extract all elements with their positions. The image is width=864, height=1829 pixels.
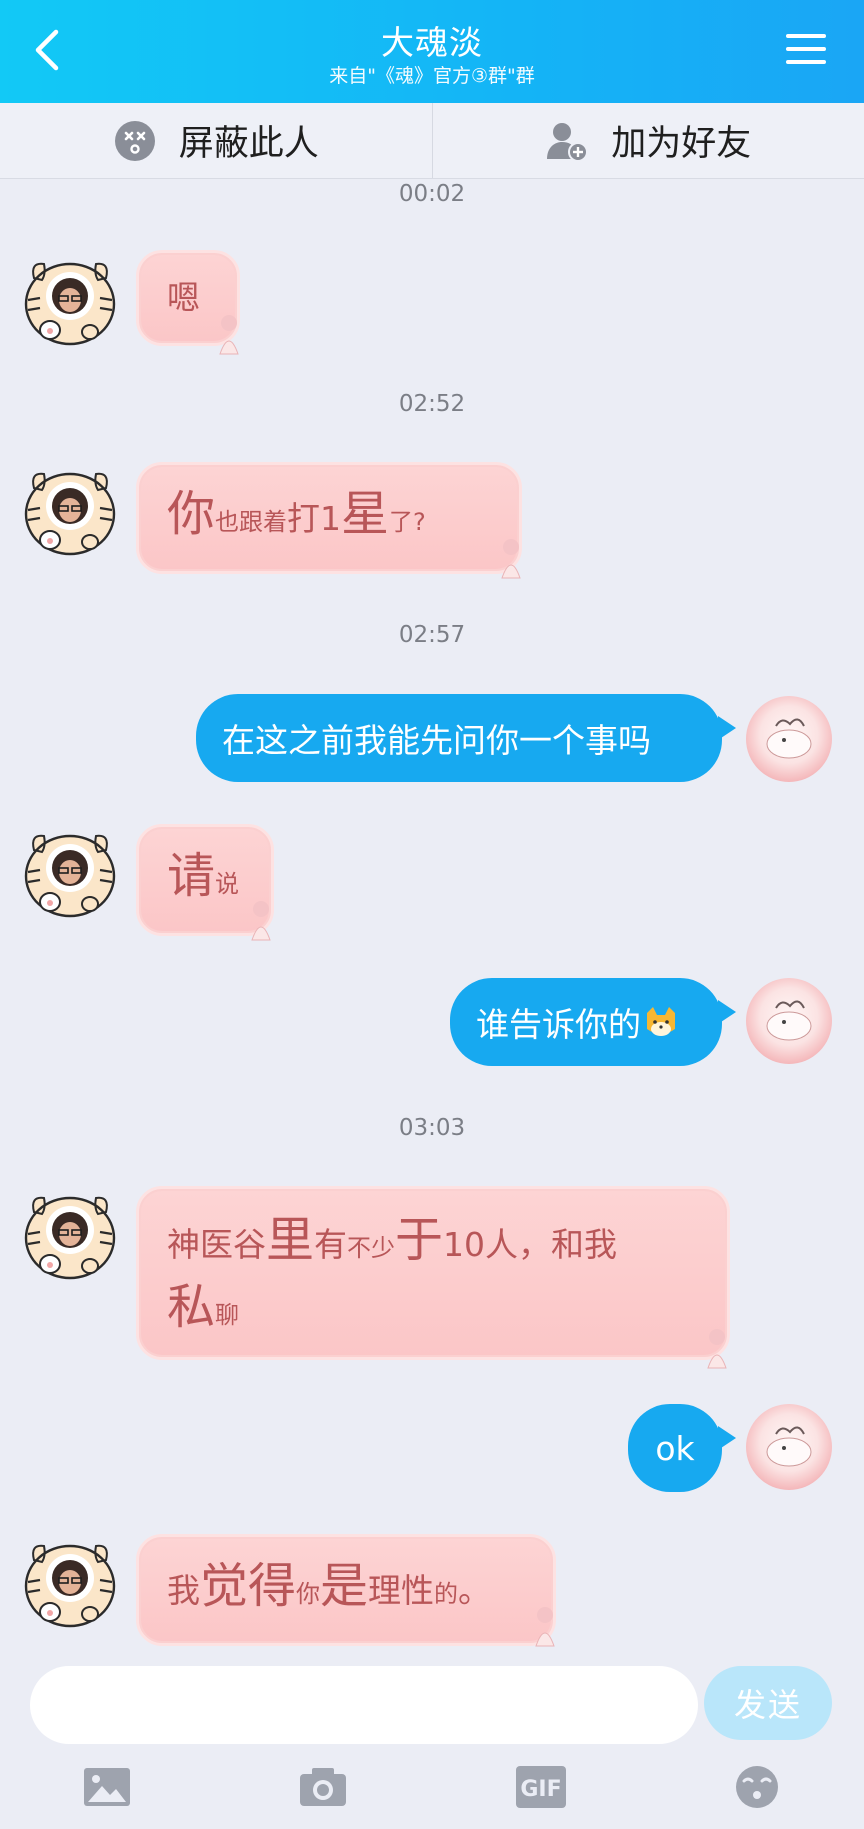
dragon-avatar-art <box>766 1000 812 1041</box>
timestamp: 00:02 <box>398 181 466 207</box>
message-text: 星 <box>341 486 390 542</box>
add-friend-icon <box>547 122 589 162</box>
message-bubble[interactable]: 神医谷里有不少于10人，和我 私聊 <box>136 1186 730 1360</box>
message-text: 请 <box>167 848 216 904</box>
message-text: 10人，和我 <box>443 1225 618 1264</box>
message-bubble[interactable]: ok <box>628 1404 722 1492</box>
bubble-tail <box>718 1426 736 1450</box>
tiger-avatar[interactable] <box>20 1530 120 1630</box>
add-friend-button[interactable]: 加为好友 <box>431 103 864 178</box>
tiger-avatar[interactable] <box>20 820 120 920</box>
dragon-avatar[interactable] <box>746 696 832 782</box>
tiger-avatar[interactable] <box>20 1182 120 1282</box>
bubble-tail <box>718 1000 736 1024</box>
message-text: 里 <box>266 1212 315 1268</box>
dragon-avatar-art <box>766 718 812 759</box>
message-text: 理性 <box>368 1571 435 1610</box>
bubble-decoration-icon <box>251 901 271 941</box>
bubble-decoration-icon <box>219 315 239 355</box>
gif-label: GIF <box>520 1777 561 1802</box>
block-user-label: 屏蔽此人 <box>178 124 319 164</box>
message-text: 也跟着 <box>215 508 288 536</box>
message-text: 聊 <box>215 1301 240 1330</box>
message-text: 有 <box>314 1225 348 1264</box>
message-text: 神医谷 <box>167 1225 266 1264</box>
shiba-face-emoji-icon <box>647 1007 675 1036</box>
add-friend-label: 加为好友 <box>611 124 752 164</box>
chat-header: 大魂淡 来自"《魂》官方③群"群 <box>0 0 864 103</box>
emoji-icon[interactable] <box>732 1764 782 1810</box>
message-text: ok <box>655 1428 695 1468</box>
block-face-icon <box>114 120 155 161</box>
menu-icon[interactable] <box>786 32 826 66</box>
bubble-decoration-icon <box>535 1607 555 1647</box>
message-text: 你 <box>296 1580 321 1608</box>
message-text: 说 <box>215 870 240 898</box>
bubble-decoration-icon <box>501 539 521 579</box>
message-bubble[interactable]: 在这之前我能先问你一个事吗 <box>196 694 722 782</box>
camera-icon[interactable] <box>298 1764 348 1810</box>
timestamp: 02:52 <box>398 391 466 417</box>
message-text: 于 <box>395 1212 444 1268</box>
message-text: 打1 <box>287 499 342 538</box>
timestamp: 02:57 <box>398 622 466 648</box>
stranger-action-bar: 屏蔽此人 加为好友 <box>0 103 864 179</box>
message-text: 了? <box>389 508 426 536</box>
message-bubble[interactable]: 我觉得你是理性的。 <box>136 1534 556 1646</box>
message-text: 觉得 <box>200 1558 297 1614</box>
message-text: 谁告诉你的 <box>476 1005 641 1044</box>
chat-title: 大魂淡 <box>381 23 483 62</box>
block-user-button[interactable]: 屏蔽此人 <box>0 103 432 178</box>
image-icon[interactable] <box>82 1764 132 1810</box>
chat-subtitle: 来自"《魂》官方③群"群 <box>329 65 535 87</box>
dragon-avatar-art <box>766 1426 812 1467</box>
message-bubble[interactable]: 你也跟着打1星了? <box>136 462 522 574</box>
message-text: 。 <box>458 1571 492 1610</box>
tiger-avatar[interactable] <box>20 458 120 558</box>
dragon-avatar[interactable] <box>746 978 832 1064</box>
message-text: 私 <box>167 1279 216 1336</box>
message-text: 你 <box>167 486 216 542</box>
tiger-avatar[interactable] <box>20 248 120 348</box>
message-text: 嗯 <box>167 278 200 317</box>
gif-icon[interactable]: GIF <box>516 1764 566 1810</box>
dragon-avatar[interactable] <box>746 1404 832 1490</box>
message-input[interactable] <box>30 1666 698 1744</box>
message-text: 是 <box>320 1558 369 1614</box>
message-bubble[interactable]: 谁告诉你的 <box>450 978 722 1066</box>
message-text: 不少 <box>347 1234 396 1262</box>
message-text: 的 <box>434 1580 459 1608</box>
message-text: 我 <box>167 1571 200 1610</box>
bubble-decoration-icon <box>707 1329 727 1369</box>
bubble-tail <box>718 716 736 740</box>
send-button[interactable]: 发送 <box>704 1666 832 1740</box>
timestamp: 03:03 <box>398 1115 466 1141</box>
message-text: 在这之前我能先问你一个事吗 <box>222 721 651 760</box>
